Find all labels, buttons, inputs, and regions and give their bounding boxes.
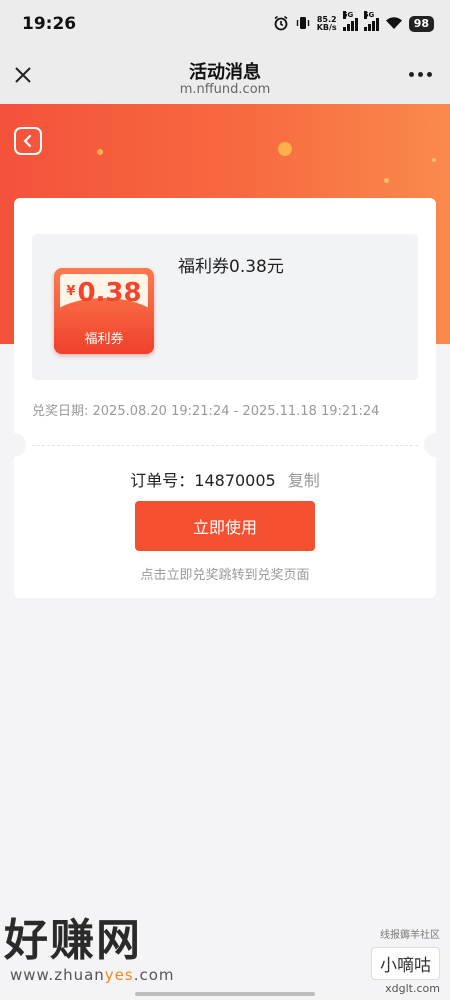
sim1-label: 5G bbox=[342, 11, 354, 19]
wifi-icon bbox=[385, 16, 403, 33]
page-url: m.nffund.com bbox=[179, 82, 271, 97]
title-bar: 活动消息 m.nffund.com bbox=[0, 48, 450, 104]
decor-dot bbox=[97, 149, 103, 155]
net-speed: 85.2 KB/s bbox=[317, 16, 337, 32]
status-bar: 19:26 85.2 KB/s 5G 5G 98 bbox=[0, 0, 450, 48]
watermark-right: 线报薅羊社区 小嘀咕 xdglt.com bbox=[371, 926, 440, 995]
more-icon[interactable] bbox=[409, 72, 432, 77]
watermark-right-logo: 小嘀咕 bbox=[371, 947, 440, 980]
sim2-label: 5G bbox=[363, 11, 375, 19]
watermark-left: 好赚网 www.zhuanyes.com bbox=[4, 915, 175, 985]
watermark-right-url: xdglt.com bbox=[385, 982, 440, 995]
redeem-date: 兑奖日期: 2025.08.20 19:21:24 - 2025.11.18 1… bbox=[32, 404, 380, 419]
order-label: 订单号： bbox=[130, 471, 195, 490]
home-indicator[interactable] bbox=[135, 992, 315, 996]
alarm-icon bbox=[273, 15, 289, 34]
net-speed-unit: KB/s bbox=[316, 23, 337, 32]
coupon-badge-label: 福利券 bbox=[84, 332, 124, 347]
use-now-button[interactable]: 立即使用 bbox=[135, 501, 315, 551]
watermark-url: www.zhuanyes.com bbox=[10, 966, 175, 984]
card-notch-right bbox=[424, 433, 448, 457]
signal-icon: 5G bbox=[342, 11, 358, 31]
battery-icon: 98 bbox=[408, 16, 434, 32]
status-icons: 85.2 KB/s 5G 5G 98 bbox=[273, 11, 434, 34]
decor-dot bbox=[384, 178, 389, 183]
copy-button[interactable]: 复制 bbox=[288, 471, 320, 490]
decor-dot bbox=[432, 158, 436, 162]
currency-symbol: ¥ bbox=[66, 284, 76, 299]
order-line: 订单号：14870005 复制 bbox=[0, 467, 450, 491]
watermark-url-a: www.zhuan bbox=[10, 966, 105, 984]
watermark-right-caption: 线报薅羊社区 bbox=[380, 930, 440, 941]
back-button[interactable] bbox=[14, 127, 42, 155]
use-hint: 点击立即兑奖跳转到兑奖页面 bbox=[140, 568, 310, 583]
vibrate-icon bbox=[295, 15, 311, 34]
dashed-divider bbox=[32, 445, 418, 446]
page-title: 活动消息 bbox=[189, 62, 261, 83]
coupon-envelope: ¥0.38 福利券 bbox=[54, 268, 154, 354]
amount-value: 0.38 bbox=[77, 278, 142, 308]
signal-icon: 5G bbox=[363, 11, 379, 31]
order-number: 14870005 bbox=[194, 471, 276, 490]
watermark-logo-text: 好赚网 bbox=[4, 915, 142, 966]
watermark-url-c: .com bbox=[133, 966, 175, 984]
coupon-amount: ¥0.38 bbox=[54, 278, 154, 308]
coupon-title: 福利券0.38元 bbox=[178, 257, 284, 277]
watermark-url-b: yes bbox=[104, 966, 134, 984]
decor-dot bbox=[278, 142, 292, 156]
card-notch-left bbox=[2, 433, 26, 457]
status-time: 19:26 bbox=[22, 14, 77, 34]
